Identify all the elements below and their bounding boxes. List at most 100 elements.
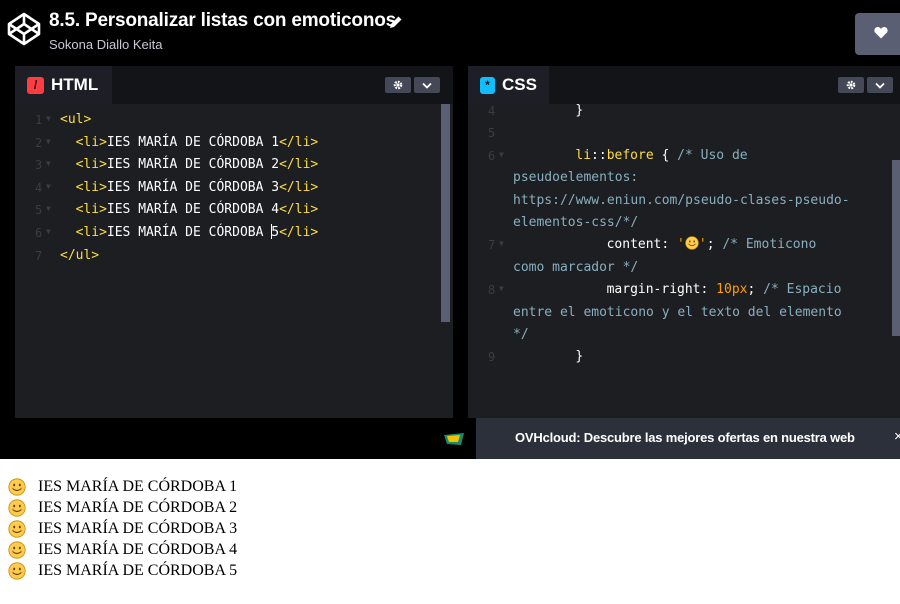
html-dropdown-button[interactable] (414, 77, 440, 93)
code-line[interactable]: 3 ▼ <li>IES MARÍA DE CÓRDOBA 2</li> (15, 154, 453, 176)
code-text: https://www.eniun.com/pseudo-clases-pseu… (513, 190, 850, 212)
code-text: <li>IES MARÍA DE CÓRDOBA 5</li> (76, 222, 319, 244)
code-text: */ (513, 324, 529, 346)
pen-author[interactable]: Sokona Diallo Keita (49, 37, 162, 52)
code-text: entre el emoticono y el texto del elemen… (513, 302, 842, 324)
code-token: <li> (75, 134, 107, 150)
code-text: content: ' '; /* Emoticono (607, 234, 816, 256)
code-token: margin-right: (606, 282, 717, 298)
list-item-text: IES MARÍA DE CÓRDOBA 2 (38, 499, 238, 516)
fold-arrow-icon[interactable]: ▼ (499, 278, 504, 300)
list-item-text: IES MARÍA DE CÓRDOBA 3 (38, 520, 238, 537)
code-token: entre el emoticono y el texto del elemen… (513, 304, 842, 320)
code-line[interactable]: 9} (468, 346, 900, 368)
code-line[interactable]: pseudoelementos: (468, 167, 900, 189)
css-scrollbar[interactable] (892, 160, 900, 336)
fold-arrow-icon[interactable]: ▼ (46, 198, 51, 220)
code-line[interactable]: 5 ▼ <li>IES MARÍA DE CÓRDOBA 4</li> (15, 199, 453, 221)
tab-css[interactable]: * CSS (468, 66, 549, 104)
css-dropdown-button[interactable] (867, 77, 893, 93)
list-item-text: IES MARÍA DE CÓRDOBA 4 (38, 541, 238, 558)
code-token: 10px (716, 282, 748, 298)
code-token: } (575, 349, 584, 365)
code-text: } (575, 346, 583, 368)
edit-pencil-icon[interactable] (389, 15, 403, 29)
code-token: elementos-css/*/ (513, 215, 639, 230)
code-token: </li> (279, 157, 319, 173)
list-item: IES MARÍA DE CÓRDOBA 2 (8, 497, 237, 518)
code-line[interactable]: 2 ▼ <li>IES MARÍA DE CÓRDOBA 1</li> (15, 132, 453, 154)
smiley-emoji-icon (8, 477, 26, 496)
gear-icon (393, 80, 403, 90)
list-item: IES MARÍA DE CÓRDOBA 5 (8, 560, 237, 581)
code-token: </ul> (60, 247, 100, 263)
code-token: pseudoelementos: (513, 170, 639, 186)
codepen-logo-icon[interactable] (6, 11, 42, 47)
fold-arrow-icon[interactable]: ▼ (46, 153, 51, 175)
ad-close-button[interactable]: × (894, 428, 900, 445)
code-text: } (575, 100, 583, 122)
line-number: 7 (35, 248, 43, 263)
like-button[interactable] (855, 13, 900, 55)
code-token: IES MARÍA DE CÓRDOBA (106, 225, 272, 240)
code-text: elementos-css/*/ (513, 212, 638, 234)
css-editor-panel: * CSS 4} 5 6 ▼ li::before { /* Uso de pseudoe… (468, 66, 900, 418)
fold-arrow-icon[interactable]: ▼ (46, 221, 51, 243)
html-scrollbar[interactable] (441, 104, 450, 322)
fold-arrow-icon[interactable]: ▼ (46, 176, 51, 198)
code-line[interactable]: 4} (468, 100, 900, 122)
html-settings-button[interactable] (385, 77, 411, 93)
fold-arrow-icon[interactable]: ▼ (46, 131, 51, 153)
code-line[interactable]: 5 (468, 122, 900, 144)
code-line[interactable]: 1 ▼ <ul> (15, 109, 453, 131)
code-line[interactable]: 7 </ul> (15, 245, 453, 267)
html-code-area[interactable]: 1 ▼ <ul> 2 ▼ <li>IES MARÍA DE CÓRDOBA 1</li> 3… (15, 104, 453, 418)
code-line[interactable]: 6 ▼ <li>IES MARÍA DE CÓRDOBA 5</li> (15, 222, 453, 244)
css-settings-button[interactable] (838, 77, 864, 93)
code-line[interactable]: elementos-css/*/ (468, 212, 900, 234)
tab-html[interactable]: / HTML (15, 66, 112, 104)
ad-logo-icon[interactable] (444, 433, 464, 445)
code-token: ' (677, 237, 685, 253)
code-token: before (606, 147, 654, 163)
output-list: IES MARÍA DE CÓRDOBA 1 IES MARÍA DE CÓRDO… (8, 476, 237, 581)
code-token: </li> (279, 202, 319, 218)
code-token: <li> (75, 179, 107, 195)
code-line[interactable]: 6 ▼ li::before { /* Uso de (468, 145, 900, 167)
list-item-text: IES MARÍA DE CÓRDOBA 5 (38, 562, 238, 579)
code-token: IES MARÍA DE CÓRDOBA 3 (106, 179, 280, 195)
line-number: 5 (35, 203, 43, 218)
line-number: 1 (35, 113, 43, 127)
code-token: ' (698, 237, 707, 253)
list-item: IES MARÍA DE CÓRDOBA 1 (8, 476, 237, 497)
code-text: <li>IES MARÍA DE CÓRDOBA 3</li> (76, 177, 319, 199)
code-line[interactable]: 7 ▼ content: ' '; /* Emoticono (468, 234, 900, 256)
code-line[interactable]: como marcador */ (468, 257, 900, 279)
list-item-text: IES MARÍA DE CÓRDOBA 1 (38, 478, 238, 495)
fold-arrow-icon[interactable]: ▼ (46, 108, 51, 130)
css-code-area[interactable]: 4} 5 6 ▼ li::before { /* Uso de pseudoelement… (468, 103, 900, 418)
line-number: 3 (35, 158, 43, 173)
line-number: 7 (488, 238, 496, 253)
code-line[interactable]: https://www.eniun.com/pseudo-clases-pseu… (468, 190, 900, 212)
line-number: 4 (488, 104, 496, 118)
code-text: <li>IES MARÍA DE CÓRDOBA 4</li> (76, 199, 319, 221)
css-panel-controls (838, 77, 893, 93)
code-line[interactable]: */ (468, 324, 900, 346)
code-token: <ul> (60, 112, 92, 127)
code-line[interactable]: 8 ▼ margin-right: 10px; /* Espacio (468, 279, 900, 301)
line-number: 5 (488, 126, 496, 141)
smiley-emoji-icon (8, 498, 26, 517)
code-line[interactable]: entre el emoticono y el texto del elemen… (468, 302, 900, 324)
code-line[interactable]: 4 ▼ <li>IES MARÍA DE CÓRDOBA 3</li> (15, 177, 453, 199)
line-number: 2 (35, 135, 43, 150)
html-editor-panel: / HTML 1 ▼ <ul> 2 ▼ <li>IES MARÍA DE CÓRDOBA … (15, 66, 453, 418)
code-token: </li> (279, 225, 319, 240)
ad-banner[interactable]: OVHcloud: Descubre las mejores ofertas e… (476, 418, 900, 459)
pen-title[interactable]: 8.5. Personalizar listas con emoticonos (49, 10, 396, 32)
fold-arrow-icon[interactable]: ▼ (499, 144, 504, 166)
code-token: */ (513, 327, 529, 342)
fold-arrow-icon[interactable]: ▼ (499, 233, 504, 255)
ad-text[interactable]: OVHcloud: Descubre las mejores ofertas e… (515, 430, 855, 445)
code-text: li::before { /* Uso de (575, 145, 747, 167)
